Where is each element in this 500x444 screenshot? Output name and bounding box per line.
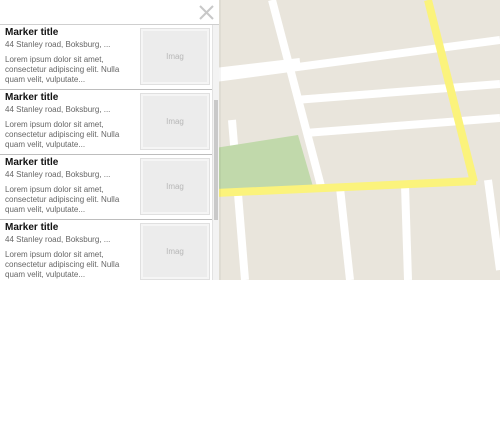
marker-list-item[interactable]: Marker title 44 Stanley road, Boksburg, …	[0, 90, 212, 155]
close-button[interactable]	[198, 4, 215, 21]
image-placeholder-label: Imag	[166, 117, 184, 126]
marker-description: Lorem ipsum dolor sit amet, consectetur …	[5, 185, 120, 214]
marker-title: Marker title	[5, 157, 59, 168]
image-placeholder-label: Imag	[166, 247, 184, 256]
marker-address: 44 Stanley road, Boksburg, ...	[5, 105, 111, 114]
marker-title: Marker title	[5, 92, 59, 103]
marker-image-placeholder: Imag	[140, 158, 210, 215]
close-icon	[199, 5, 214, 20]
marker-image-placeholder: Imag	[140, 223, 210, 280]
marker-list[interactable]: Marker title 44 Stanley road, Boksburg, …	[0, 25, 212, 280]
marker-title: Marker title	[5, 222, 59, 233]
marker-description: Lorem ipsum dolor sit amet, consectetur …	[5, 120, 120, 149]
marker-address: 44 Stanley road, Boksburg, ...	[5, 170, 111, 179]
marker-list-item[interactable]: Marker title 44 Stanley road, Boksburg, …	[0, 155, 212, 220]
marker-title: Marker title	[5, 27, 59, 38]
image-placeholder-label: Imag	[166, 52, 184, 61]
map-viewport: Marker title 44 Stanley road, Boksburg, …	[0, 0, 500, 280]
marker-address: 44 Stanley road, Boksburg, ...	[5, 40, 111, 49]
scrollbar-thumb[interactable]	[214, 100, 218, 220]
marker-description: Lorem ipsum dolor sit amet, consectetur …	[5, 250, 120, 279]
marker-address: 44 Stanley road, Boksburg, ...	[5, 235, 111, 244]
marker-list-item[interactable]: Marker title 44 Stanley road, Boksburg, …	[0, 220, 212, 280]
marker-list-item[interactable]: Marker title 44 Stanley road, Boksburg, …	[0, 25, 212, 90]
marker-image-placeholder: Imag	[140, 93, 210, 150]
panel-header	[0, 0, 219, 25]
marker-list-panel: Marker title 44 Stanley road, Boksburg, …	[0, 0, 219, 280]
panel-shadow	[219, 0, 221, 280]
image-placeholder-label: Imag	[166, 182, 184, 191]
marker-image-placeholder: Imag	[140, 28, 210, 85]
street	[401, 184, 412, 280]
list-scrollbar[interactable]	[212, 25, 219, 280]
marker-description: Lorem ipsum dolor sit amet, consectetur …	[5, 55, 120, 84]
